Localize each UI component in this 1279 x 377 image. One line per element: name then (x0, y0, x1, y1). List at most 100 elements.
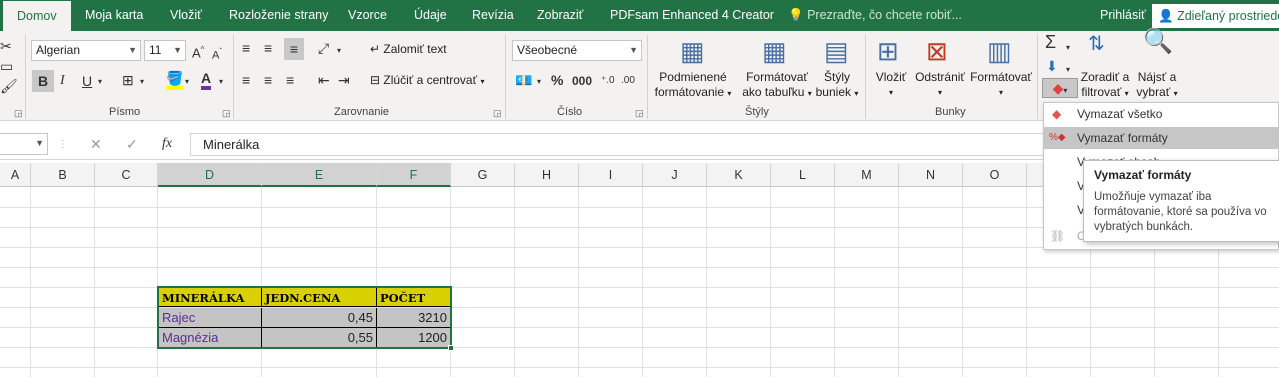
cancel-icon[interactable]: ✕ (90, 136, 102, 152)
column-header[interactable]: C (95, 163, 158, 187)
chevron-down-icon[interactable]: ▾ (337, 43, 341, 59)
align-center-icon[interactable]: ≡ (264, 72, 272, 88)
tab-vzorce[interactable]: Vzorce (348, 0, 387, 31)
align-top-icon[interactable]: ≡ (242, 40, 250, 56)
fill-color-icon[interactable]: 🪣 (166, 70, 184, 90)
borders-icon[interactable]: ⊞ (122, 72, 134, 88)
chevron-down-icon[interactable]: ▾ (219, 74, 223, 90)
insert-cells-button[interactable]: Vložiť ▾ (870, 70, 912, 100)
grid-line (706, 187, 707, 377)
autosum-icon[interactable]: Σ (1045, 33, 1056, 51)
cut-icon[interactable]: ✂ (0, 38, 12, 54)
chevron-down-icon: ▾ (1063, 86, 1068, 95)
align-right-icon[interactable]: ≡ (286, 72, 294, 88)
chevron-down-icon[interactable]: ▾ (537, 74, 541, 90)
clipboard-launcher-icon[interactable]: ◲ (14, 108, 23, 119)
column-header[interactable]: H (515, 163, 579, 187)
tab-vlozit[interactable]: Vložiť (170, 0, 202, 31)
tab-zobrazit[interactable]: Zobraziť (537, 0, 583, 31)
alignment-launcher-icon[interactable]: ◲ (493, 108, 502, 119)
column-header[interactable]: D (158, 163, 262, 187)
format-painter-icon[interactable]: 🖌 (0, 78, 18, 94)
copy-icon[interactable]: ▭ (0, 58, 13, 74)
chevron-down-icon: ▾ (888, 88, 893, 97)
comma-style-icon[interactable]: 000 (572, 73, 592, 89)
chevron-down-icon[interactable]: ▾ (98, 74, 102, 90)
orientation-icon[interactable]: ⤢ (318, 40, 329, 56)
chevron-down-icon[interactable]: ▾ (185, 74, 189, 90)
tab-rozlozenie-strany[interactable]: Rozloženie strany (229, 0, 328, 31)
group-separator (647, 35, 648, 119)
format-cells-button[interactable]: Formátovať ▾ (968, 70, 1034, 100)
bold-icon[interactable]: B (32, 70, 54, 92)
chevron-down-icon[interactable]: ▾ (140, 74, 144, 90)
chevron-down-icon[interactable]: ▾ (1066, 40, 1070, 56)
tooltip-title: Vymazať formáty (1094, 168, 1192, 182)
italic-icon[interactable]: I (60, 73, 65, 89)
chevron-down-icon[interactable]: ▾ (1066, 62, 1070, 78)
enter-icon[interactable]: ✓ (126, 136, 138, 152)
format-as-table-button[interactable]: Formátovať ako tabuľku ▾ (737, 70, 817, 101)
decrease-decimal-icon[interactable]: .00 (621, 73, 635, 89)
column-header[interactable]: I (579, 163, 643, 187)
conditional-formatting-button[interactable]: Podmienené formátovanie ▾ (652, 70, 734, 101)
column-header[interactable]: J (643, 163, 707, 187)
share-button[interactable]: 👤 Zdieľaný prostriedok (1152, 4, 1279, 28)
chevron-down-icon: ▾ (937, 88, 942, 97)
name-box[interactable]: ▼ (0, 133, 48, 155)
column-header[interactable]: E (262, 163, 377, 187)
wrap-text-button[interactable]: ↵ Zalomiť text (370, 42, 447, 56)
number-format-combo[interactable]: Všeobecné ▼ (512, 40, 642, 61)
tab-pdfsam[interactable]: PDFsam Enhanced 4 Creator (610, 0, 774, 31)
fill-icon[interactable]: ⬇ (1046, 58, 1058, 74)
tab-revizia[interactable]: Revízia (472, 0, 514, 31)
tab-udaje[interactable]: Údaje (414, 0, 447, 31)
font-name-combo[interactable]: Algerian ▼ (31, 40, 141, 61)
find-select-button[interactable]: Nájsť a vybrať ▾ (1132, 70, 1182, 101)
grow-font-icon[interactable]: A^ (192, 42, 204, 61)
column-header[interactable]: M (835, 163, 899, 187)
column-header[interactable]: K (707, 163, 771, 187)
font-launcher-icon[interactable]: ◲ (222, 108, 231, 119)
menu-item-clear-formats[interactable]: %◆ Vymazať formáty (1044, 127, 1278, 149)
align-middle-icon[interactable]: ≡ (264, 40, 272, 56)
column-header[interactable]: A (0, 163, 31, 187)
tab-moja-karta[interactable]: Moja karta (85, 0, 143, 31)
column-header[interactable]: L (771, 163, 835, 187)
font-color-icon[interactable]: A (201, 70, 212, 90)
column-header[interactable]: B (31, 163, 95, 187)
sort-filter-icon: ⇅ (1088, 33, 1105, 55)
chevron-down-icon: ▾ (480, 77, 485, 86)
signin-link[interactable]: Prihlásiť (1100, 0, 1146, 31)
format-as-table-icon: ▦ (762, 36, 787, 66)
decrease-indent-icon[interactable]: ⇤ (318, 72, 330, 88)
merge-center-button[interactable]: ⊟ Zlúčiť a centrovať ▾ (370, 73, 484, 87)
tell-me-box[interactable]: 💡 Prezraďte, čo chcete robiť... (788, 0, 962, 31)
menu-item-clear-all[interactable]: ◆ Vymazať všetko (1044, 103, 1278, 125)
align-bottom-icon[interactable]: ≡ (284, 38, 304, 60)
tab-domov[interactable]: Domov (3, 0, 71, 31)
tooltip-body: Umožňuje vymazať iba formátovanie, ktoré… (1094, 191, 1267, 233)
chevron-down-icon: ▼ (173, 45, 182, 55)
clear-button[interactable]: ◆▾ (1042, 78, 1078, 98)
accounting-format-icon[interactable]: 💶 (515, 72, 532, 88)
font-size-combo[interactable]: 11 ▼ (144, 40, 186, 61)
sort-filter-button[interactable]: Zoradiť a filtrovať ▾ (1078, 70, 1132, 101)
shrink-font-icon[interactable]: Aˇ (212, 44, 222, 64)
align-left-icon[interactable]: ≡ (242, 72, 250, 88)
column-header[interactable]: O (963, 163, 1027, 187)
cell-styles-button[interactable]: Štýly buniek ▾ (812, 70, 862, 101)
column-header[interactable]: F (377, 163, 451, 187)
underline-icon[interactable]: U (82, 73, 92, 89)
grid-line (0, 267, 1279, 268)
column-header[interactable]: N (899, 163, 963, 187)
insert-function-icon[interactable]: fx (162, 136, 172, 152)
increase-decimal-icon[interactable]: ⁺.0 (601, 73, 615, 89)
percent-icon[interactable]: % (551, 72, 563, 88)
delete-cells-button[interactable]: Odstrániť ▾ (912, 70, 968, 100)
fill-handle[interactable] (448, 345, 454, 351)
column-header[interactable]: G (451, 163, 515, 187)
number-launcher-icon[interactable]: ◲ (635, 108, 644, 119)
increase-indent-icon[interactable]: ⇥ (338, 72, 350, 88)
number-group-label: Číslo (557, 106, 583, 118)
